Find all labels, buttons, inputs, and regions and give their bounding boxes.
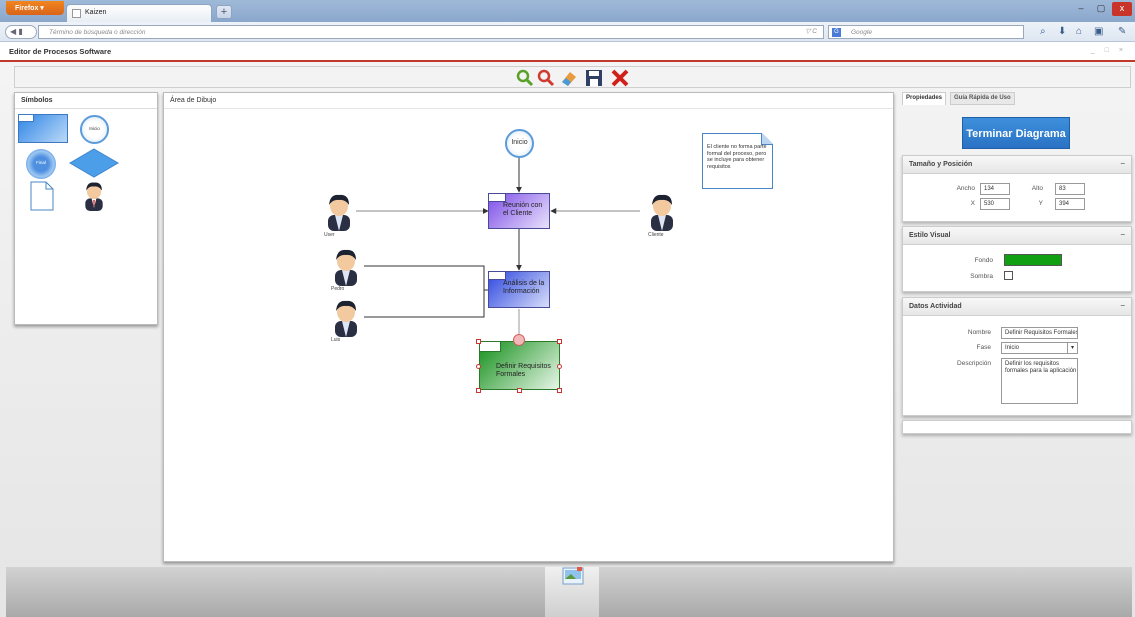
actor-user-label: User <box>324 232 335 238</box>
resize-handle[interactable] <box>557 388 562 393</box>
collapse-icon[interactable]: – <box>1121 159 1125 168</box>
nombre-label: Nombre <box>967 329 991 336</box>
activity-tab <box>488 271 506 280</box>
visual-style-title: Estilo Visual <box>909 232 951 239</box>
resize-handle[interactable] <box>476 339 481 344</box>
diagram-note[interactable]: El cliente no forma parte formal del pro… <box>702 133 773 189</box>
visual-style-header[interactable]: Estilo Visual – <box>903 227 1131 245</box>
resize-handle[interactable] <box>517 388 522 393</box>
y-input[interactable]: 394 <box>1055 198 1085 210</box>
activity-tab <box>488 193 506 202</box>
descripcion-textarea[interactable]: Definir los requisitos formales para la … <box>1001 358 1078 404</box>
size-position-title: Tamaño y Posición <box>909 161 973 168</box>
nombre-input[interactable]: Definir Requisitos Formales <box>1001 327 1078 339</box>
visual-style-section: Estilo Visual – Fondo Sombra <box>902 226 1132 292</box>
sombra-label: Sombra <box>970 273 993 280</box>
tab-propiedades[interactable]: Propiedades <box>902 92 947 105</box>
actor-luis-label: Luis <box>331 337 341 343</box>
actor-pedro-label: Pedro <box>331 286 345 292</box>
y-label: Y <box>1038 200 1043 207</box>
resize-handle[interactable] <box>557 364 562 369</box>
activity-analisis[interactable]: Análisis de la Información <box>488 271 550 308</box>
connector-pedro-analisis <box>364 265 488 291</box>
finish-diagram-button[interactable]: Terminar Diagrama <box>962 117 1070 149</box>
fondo-color-picker[interactable] <box>1004 254 1062 266</box>
alto-label: Alto <box>1031 185 1043 192</box>
resize-handle[interactable] <box>476 364 481 369</box>
activity-data-section: Datos Actividad – Nombre Definir Requisi… <box>902 297 1132 416</box>
ancho-input[interactable]: 134 <box>980 183 1010 195</box>
fase-label: Fase <box>976 344 991 351</box>
activity-definir-label: Definir Requisitos Formales <box>496 363 551 378</box>
size-position-header[interactable]: Tamaño y Posición – <box>903 156 1131 174</box>
resize-handle[interactable] <box>557 339 562 344</box>
actor-user[interactable]: User <box>323 193 357 238</box>
activity-reunion-label: Reunión con el Cliente <box>503 202 543 217</box>
picture-icon[interactable] <box>562 567 584 585</box>
activity-analisis-label: Análisis de la Información <box>503 280 545 295</box>
descripcion-label: Descripción <box>957 360 991 367</box>
activity-reunion[interactable]: Reunión con el Cliente <box>488 193 550 229</box>
person-icon <box>328 194 350 231</box>
collapse-icon[interactable]: – <box>1121 301 1125 310</box>
activity-definir[interactable]: Definir Requisitos Formales <box>479 341 560 390</box>
person-icon <box>335 249 357 286</box>
x-label: X <box>970 200 975 207</box>
actor-cliente[interactable]: Cliente <box>646 193 680 238</box>
diagram-start-node[interactable]: Inicio <box>505 129 534 158</box>
fase-select[interactable]: Inicio ▾ <box>1001 342 1078 354</box>
actor-pedro[interactable]: Pedro <box>330 248 364 292</box>
ancho-label: Ancho <box>956 185 975 192</box>
connector-luis-analisis <box>364 290 485 318</box>
size-position-section: Tamaño y Posición – Ancho 134 Alto 83 X … <box>902 155 1132 222</box>
alto-input[interactable]: 83 <box>1055 183 1085 195</box>
tab-guia-rapida[interactable]: Guía Rápida de Uso <box>950 92 1015 105</box>
properties-panel-footer <box>902 420 1132 434</box>
chevron-down-icon[interactable]: ▾ <box>1067 343 1077 353</box>
x-input[interactable]: 530 <box>980 198 1010 210</box>
start-node-label: Inicio <box>511 139 528 146</box>
activity-data-header[interactable]: Datos Actividad – <box>903 298 1131 316</box>
properties-tabs: Propiedades Guía Rápida de Uso <box>900 92 1132 106</box>
sombra-checkbox[interactable] <box>1004 271 1013 280</box>
activity-tab <box>479 341 501 352</box>
actor-cliente-label: Cliente <box>648 232 664 238</box>
rotate-handle-icon[interactable] <box>513 334 525 346</box>
note-text: El cliente no forma parte formal del pro… <box>707 144 767 170</box>
person-icon <box>335 300 357 337</box>
activity-data-title: Datos Actividad <box>909 303 962 310</box>
collapse-icon[interactable]: – <box>1121 230 1125 239</box>
fondo-label: Fondo <box>974 257 993 264</box>
fase-selected: Inicio <box>1005 345 1020 351</box>
resize-handle[interactable] <box>476 388 481 393</box>
actor-luis[interactable]: Luis <box>330 299 364 343</box>
person-icon <box>651 194 673 231</box>
